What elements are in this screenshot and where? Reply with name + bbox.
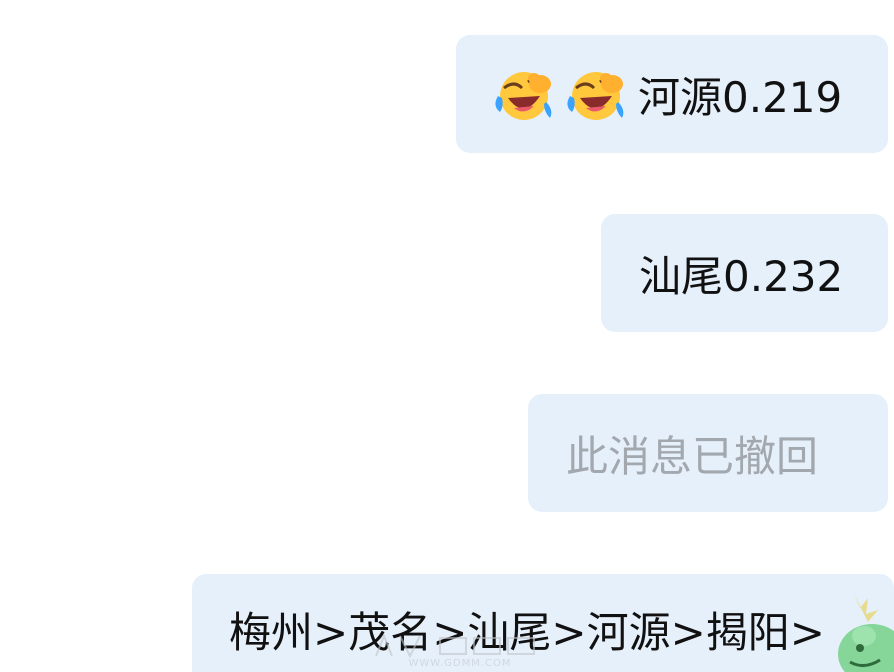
recalled-message-text: 此消息已撤回 [566,431,819,481]
message-bubble-2[interactable]: 汕尾0.232 [601,214,888,332]
watermark-url: WWW.GDMM.COM [408,658,512,669]
message-text: 河源0.219 [638,72,843,122]
chat-thread: 河源0.219 汕尾0.232 此消息已撤回 梅州>茂名>汕尾>河源>揭阳> W… [0,0,894,672]
message-text: 汕尾0.232 [639,251,844,301]
watermark-logo [375,633,535,658]
face-with-tears-of-joy-icon [494,62,558,126]
frog-sticker-icon [824,588,894,672]
recalled-message-bubble: 此消息已撤回 [528,394,888,512]
watermark: WWW.GDMM.COM [360,632,560,672]
message-bubble-1[interactable]: 河源0.219 [456,35,888,153]
face-with-tears-of-joy-icon [566,62,630,126]
